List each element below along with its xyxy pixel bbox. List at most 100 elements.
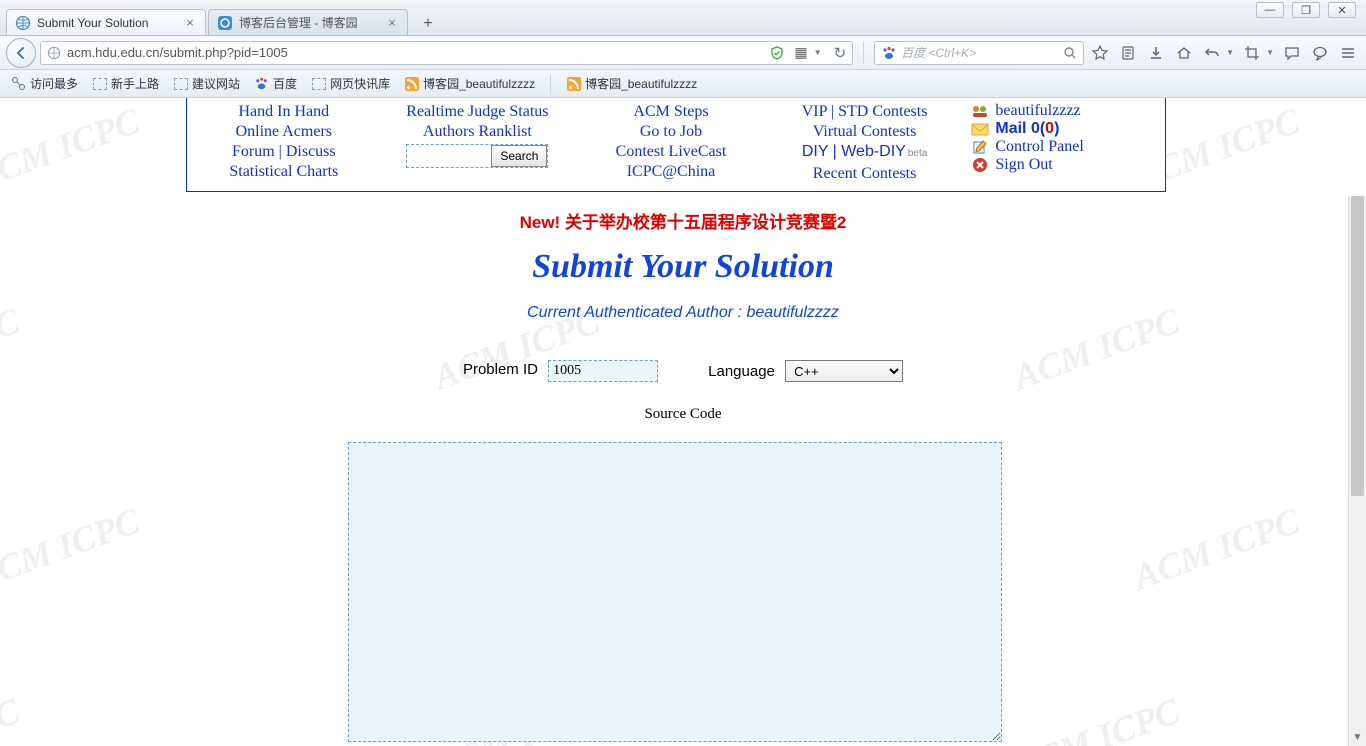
nav-link[interactable]: Contest LiveCast <box>574 142 768 162</box>
control-panel-link[interactable]: Control Panel <box>995 138 1083 156</box>
minimize-button[interactable]: — <box>1256 2 1284 18</box>
bookmark-item[interactable]: 百度 <box>249 73 302 94</box>
menu-icon[interactable] <box>1336 41 1360 65</box>
problem-id-group: Problem ID <box>463 360 658 382</box>
bookmark-item[interactable]: 建议网站 <box>168 73 245 94</box>
search-go-icon[interactable] <box>1063 46 1077 60</box>
separator <box>550 75 551 93</box>
bookmarks-bar: 访问最多 新手上路 建议网站 百度 网页快讯库 博客园_beautifulzzz… <box>0 70 1366 98</box>
nav-link[interactable]: Recent Contests <box>768 164 962 184</box>
url-input[interactable]: acm.hdu.edu.cn/submit.php?pid=1005 ▦ ▼ ↻ <box>40 41 853 65</box>
maximize-button[interactable]: ❐ <box>1292 2 1320 18</box>
language-label: Language <box>708 363 775 380</box>
search-placeholder: 百度 <Ctrl+K> <box>901 44 976 61</box>
back-button[interactable] <box>6 38 36 68</box>
close-tab-icon[interactable]: × <box>385 16 399 30</box>
bookmark-item[interactable]: 博客园_beautifulzzzz <box>561 73 702 94</box>
clipboard-icon[interactable] <box>1116 41 1140 65</box>
nav-link[interactable]: Virtual Contests <box>768 122 962 142</box>
source-code-label: Source Code <box>0 406 1366 423</box>
page-viewport: ACM ICPC ACM ICPC ACM ICPC ACM ICPC ACM … <box>0 98 1366 746</box>
browser-search-input[interactable]: 百度 <Ctrl+K> <box>874 41 1084 65</box>
control-panel-row[interactable]: Control Panel <box>971 138 1165 156</box>
nav-link[interactable]: Statistical Charts <box>187 162 381 182</box>
nav-col-1: Hand In Hand Online Acmers Forum | Discu… <box>187 98 381 191</box>
nav-link[interactable]: Hand In Hand <box>187 102 381 122</box>
separator <box>863 42 864 64</box>
nav-link[interactable]: Authors Ranklist <box>381 122 575 142</box>
reload-icon[interactable]: ↻ <box>834 44 847 62</box>
bookmark-label: 博客园_beautifulzzzz <box>585 75 697 92</box>
baidu-paw-icon <box>254 76 269 91</box>
rss-icon <box>566 76 581 91</box>
browser-tabstrip: Submit Your Solution × 博客后台管理 - 博客园 × + <box>0 8 1366 36</box>
nav-link[interactable]: VIP | STD Contests <box>768 102 962 122</box>
signout-row[interactable]: Sign Out <box>971 156 1165 174</box>
mail-icon <box>971 121 989 137</box>
scroll-down-icon[interactable]: ▼ <box>1349 728 1366 746</box>
qr-icon[interactable]: ▦ <box>794 44 805 61</box>
nav-link[interactable]: Realtime Judge Status <box>381 102 575 122</box>
username-link[interactable]: beautifulzzzz <box>995 102 1080 120</box>
bookmark-item[interactable]: 新手上路 <box>87 73 164 94</box>
author-search-input[interactable] <box>407 146 487 166</box>
nav-link[interactable]: Online Acmers <box>187 122 381 142</box>
page-title: Submit Your Solution <box>0 248 1366 286</box>
bookmark-star-icon[interactable] <box>1088 41 1112 65</box>
globe-icon <box>15 15 31 31</box>
browser-tab[interactable]: 博客后台管理 - 博客园 × <box>208 9 408 35</box>
bookmark-label: 网页快讯库 <box>330 75 390 92</box>
new-tab-button[interactable]: + <box>416 13 440 35</box>
language-select[interactable]: C++ <box>785 360 903 382</box>
folder-icon <box>92 76 107 91</box>
url-text: acm.hdu.edu.cn/submit.php?pid=1005 <box>67 45 770 60</box>
folder-icon <box>311 76 326 91</box>
nav-link[interactable]: ACM Steps <box>574 102 768 122</box>
vertical-scrollbar[interactable]: ▲ ▼ <box>1348 196 1366 746</box>
undo-icon[interactable] <box>1200 41 1224 65</box>
user-icon <box>971 103 989 119</box>
news-new-badge: New! <box>520 213 565 232</box>
scroll-thumb[interactable] <box>1351 196 1364 496</box>
author-search-button[interactable]: Search <box>491 145 547 167</box>
os-titlebar <box>0 0 1366 8</box>
bookmark-item[interactable]: 网页快讯库 <box>306 73 395 94</box>
close-window-button[interactable]: ✕ <box>1328 2 1356 18</box>
window-controls: — ❐ ✕ <box>1256 2 1356 18</box>
tab-title: Submit Your Solution <box>37 16 183 30</box>
baidu-paw-icon <box>881 45 897 61</box>
nav-link[interactable]: ICPC@China <box>574 162 768 182</box>
crop-icon[interactable] <box>1240 41 1264 65</box>
auth-line: Current Authenticated Author : beautiful… <box>0 304 1366 322</box>
bookmark-item[interactable]: 访问最多 <box>6 73 83 94</box>
signout-link[interactable]: Sign Out <box>995 156 1052 174</box>
news-text[interactable]: 关于举办校第十五届程序设计竞赛暨2 <box>565 213 846 232</box>
shield-icon[interactable] <box>770 46 784 60</box>
dropdown-icon[interactable]: ▼ <box>1226 48 1234 57</box>
bookmark-item[interactable]: 博客园_beautifulzzzz <box>399 73 540 94</box>
site-identity-icon <box>47 46 61 60</box>
home-icon[interactable] <box>1172 41 1196 65</box>
browser-tab-active[interactable]: Submit Your Solution × <box>6 9 206 35</box>
dropdown-icon[interactable]: ▼ <box>1266 48 1274 57</box>
mail-link[interactable]: Mail 0(0) <box>995 120 1059 138</box>
chat-icon[interactable] <box>1280 41 1304 65</box>
nav-link[interactable]: Forum | Discuss <box>187 142 381 162</box>
source-code-textarea[interactable] <box>348 442 1002 742</box>
bookmark-label: 访问最多 <box>30 75 78 92</box>
problem-id-input[interactable] <box>548 360 658 382</box>
nav-link[interactable]: DIY | Web-DIYbeta <box>768 142 962 164</box>
nav-link[interactable]: Go to Job <box>574 122 768 142</box>
tab-title: 博客后台管理 - 博客园 <box>239 14 385 31</box>
download-icon[interactable] <box>1144 41 1168 65</box>
feedback-icon[interactable] <box>1308 41 1332 65</box>
news-marquee: New! 关于举办校第十五届程序设计竞赛暨2 <box>0 208 1366 232</box>
signout-icon <box>971 157 989 173</box>
dropdown-icon[interactable]: ▼ <box>814 48 822 57</box>
problem-id-label: Problem ID <box>463 361 538 378</box>
close-tab-icon[interactable]: × <box>183 16 197 30</box>
user-row: beautifulzzzz <box>971 102 1165 120</box>
folder-icon <box>173 76 188 91</box>
nav-col-2: Realtime Judge Status Authors Ranklist S… <box>381 98 575 191</box>
mail-row[interactable]: Mail 0(0) <box>971 120 1165 138</box>
